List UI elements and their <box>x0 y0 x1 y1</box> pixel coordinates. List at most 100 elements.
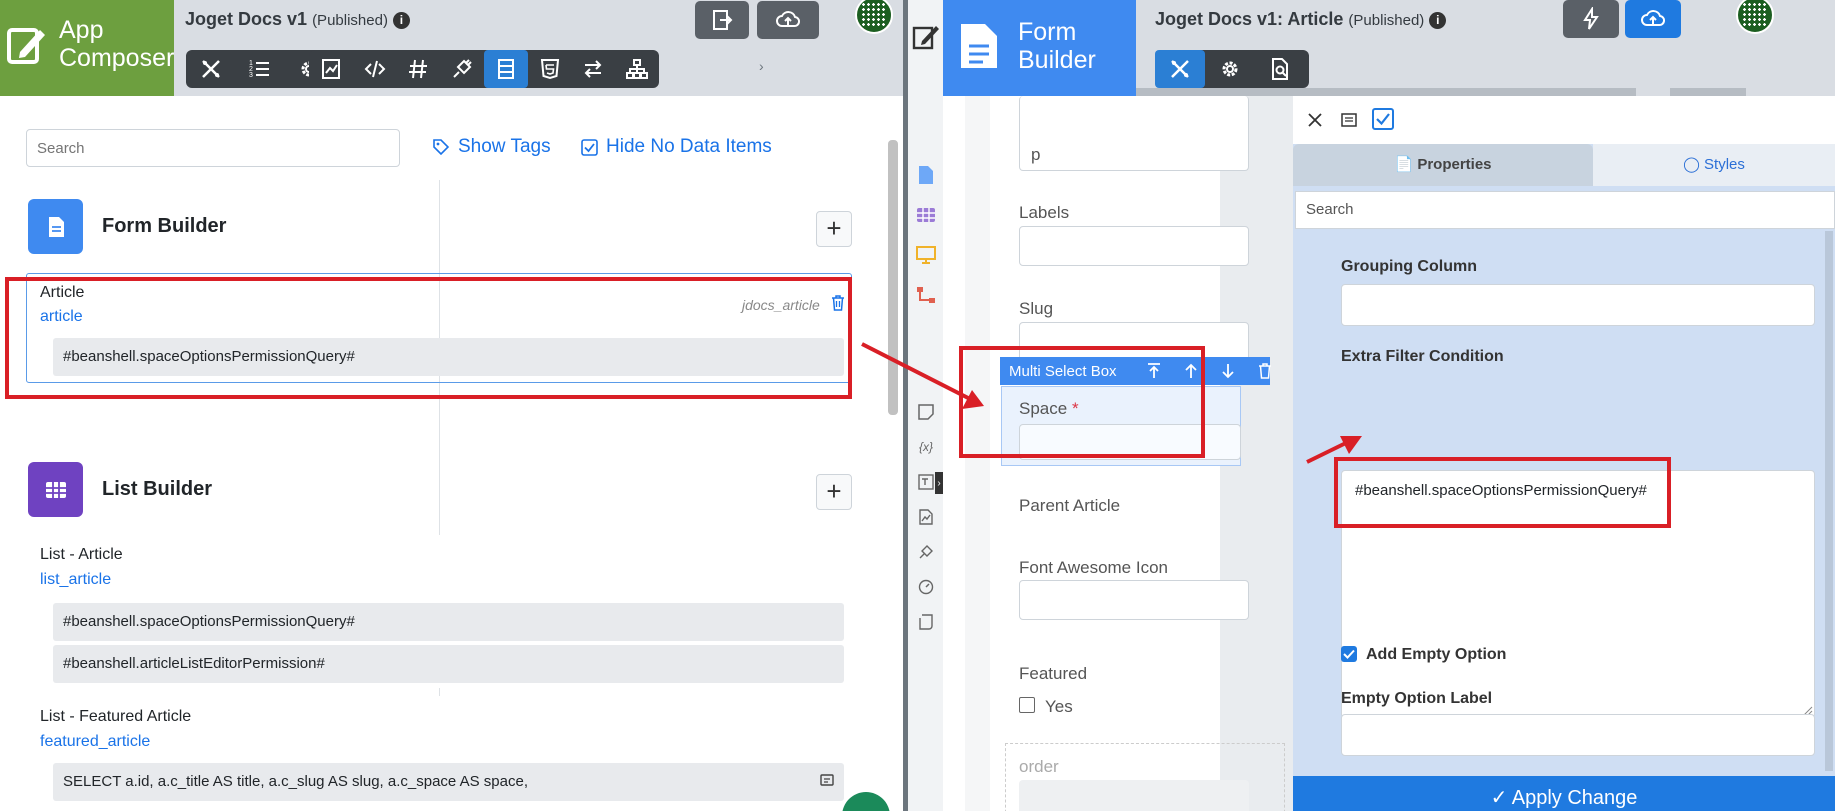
logo-line2: Composer <box>59 44 175 72</box>
featured-option: Yes <box>1045 697 1073 716</box>
edit-icon[interactable] <box>912 22 940 50</box>
list-query-variable: SELECT a.id, a.c_title AS title, a.c_slu… <box>53 763 844 801</box>
userview-icon[interactable] <box>915 244 937 266</box>
add-empty-option-checkbox[interactable] <box>1341 646 1357 662</box>
list-item-id[interactable]: featured_article <box>40 733 150 751</box>
list-hash-variable: #beanshell.articleListEditorPermission# <box>53 645 844 683</box>
avatar[interactable] <box>855 0 893 34</box>
trash-icon[interactable] <box>1246 357 1283 385</box>
form-builder-logo[interactable]: Form Builder <box>943 0 1136 96</box>
grouping-column-label: Grouping Column <box>1341 258 1477 275</box>
plugin-icon[interactable] <box>915 541 937 563</box>
grouping-column-input[interactable] <box>1341 284 1815 326</box>
list-builder-title: List Builder <box>102 478 213 500</box>
close-icon[interactable] <box>1307 112 1323 128</box>
exit-button[interactable] <box>695 1 749 39</box>
check-square-icon <box>581 138 598 156</box>
scrollbar[interactable] <box>1825 231 1833 771</box>
svg-text:3: 3 <box>249 72 253 79</box>
performance-icon[interactable] <box>915 576 937 598</box>
tab-properties-label: Properties <box>1417 156 1492 173</box>
scroll-icon[interactable] <box>915 611 937 633</box>
variable-icon[interactable]: {x} <box>915 436 937 458</box>
slug-label: Slug <box>1019 299 1054 318</box>
hide-no-data-link[interactable]: Hide No Data Items <box>581 136 772 158</box>
empty-option-label-label: Empty Option Label <box>1341 690 1493 707</box>
labels-label: Labels <box>1019 203 1070 222</box>
save-deploy-button[interactable] <box>1625 0 1681 38</box>
note-icon[interactable] <box>915 401 937 423</box>
tab-properties[interactable]: 📄 Properties <box>1293 144 1593 186</box>
icon-input[interactable] <box>1019 580 1249 620</box>
search-input[interactable] <box>26 129 400 167</box>
add-form-button[interactable]: + <box>816 211 852 247</box>
move-down-icon[interactable] <box>1209 357 1246 385</box>
show-tags-label: Show Tags <box>458 136 551 157</box>
deploy-button[interactable] <box>757 1 819 39</box>
form-list-icon[interactable] <box>484 50 528 88</box>
hide-no-data-label: Hide No Data Items <box>606 136 772 157</box>
info-icon[interactable]: i <box>1429 12 1447 29</box>
check-square-icon[interactable] <box>1372 108 1394 130</box>
labels-input[interactable] <box>1019 226 1249 266</box>
code-icon[interactable] <box>353 50 397 88</box>
list-item-name: List - Article <box>40 546 123 563</box>
toolbar-strip <box>1670 88 1746 96</box>
plugin-icon[interactable] <box>440 50 484 88</box>
form-builder-pane: Form Builder Joget Docs v1: Article (Publ… <box>908 0 1835 811</box>
empty-option-label-input[interactable] <box>1341 714 1815 756</box>
generate-button[interactable] <box>1563 0 1619 38</box>
app-composer-logo[interactable]: App Composer <box>0 0 174 96</box>
avatar[interactable] <box>1736 0 1774 34</box>
sitemap-icon[interactable] <box>615 50 659 88</box>
comment-icon[interactable] <box>820 774 834 788</box>
order-input[interactable] <box>1019 780 1249 811</box>
window-icon[interactable] <box>1341 112 1357 128</box>
table-icon[interactable] <box>915 204 937 226</box>
form-file-icon <box>961 24 997 68</box>
preview-icon[interactable] <box>1255 50 1305 88</box>
exchange-icon[interactable] <box>572 50 616 88</box>
featured-checkbox[interactable] <box>1019 697 1035 713</box>
properties-topbar <box>1293 96 1835 144</box>
builder-tools-icon[interactable] <box>186 50 235 88</box>
cloud-upload-icon <box>1641 10 1665 26</box>
app-title: Joget Docs v1 (Published) i <box>185 9 410 30</box>
field-input[interactable] <box>1019 96 1249 171</box>
properties-panel: 📄 Properties ◯ Styles Search Grouping Co… <box>1293 96 1835 811</box>
toolbar-strip <box>1136 88 1636 96</box>
highlight-box <box>1334 457 1671 528</box>
cloud-upload-icon <box>776 11 800 27</box>
apply-change-button[interactable]: ✓ Apply Change <box>1293 776 1835 811</box>
form-header: Joget Docs v1: Article (Published) i <box>1136 0 1835 96</box>
form-builder-icon <box>28 199 83 254</box>
list-icon[interactable]: 123 <box>235 50 284 88</box>
info-icon[interactable]: i <box>392 12 410 29</box>
order-label: order <box>1019 757 1059 776</box>
tab-styles[interactable]: ◯ Styles <box>1593 144 1835 186</box>
chart-icon[interactable] <box>309 50 353 88</box>
process-icon[interactable] <box>915 284 937 306</box>
add-list-button[interactable]: + <box>816 474 852 510</box>
form-app-title: Joget Docs v1: Article (Published) i <box>1155 9 1447 30</box>
show-tags-link[interactable]: Show Tags <box>432 136 551 158</box>
list-item-name: List - Featured Article <box>40 708 192 725</box>
hash-icon[interactable] <box>397 50 441 88</box>
html5-icon[interactable] <box>528 50 572 88</box>
toolbar-more-icon[interactable]: › <box>759 58 764 74</box>
list-item-id[interactable]: list_article <box>40 571 111 589</box>
collapse-arrow-icon[interactable]: › <box>935 472 943 494</box>
chart-icon[interactable] <box>915 506 937 528</box>
field-value: p <box>1031 145 1041 164</box>
builder-tools-icon[interactable] <box>1155 50 1205 88</box>
tag-icon <box>433 139 450 156</box>
translate-icon[interactable] <box>915 471 937 493</box>
gear-icon[interactable] <box>1205 50 1255 88</box>
logo-line1: App <box>59 16 104 44</box>
logo-line2: Builder <box>1018 46 1096 74</box>
scrollbar[interactable] <box>888 140 898 415</box>
form-icon[interactable] <box>915 164 937 186</box>
properties-search-input[interactable]: Search <box>1295 191 1835 229</box>
builder-toolbar <box>309 50 659 88</box>
floating-action-button[interactable] <box>842 792 890 811</box>
